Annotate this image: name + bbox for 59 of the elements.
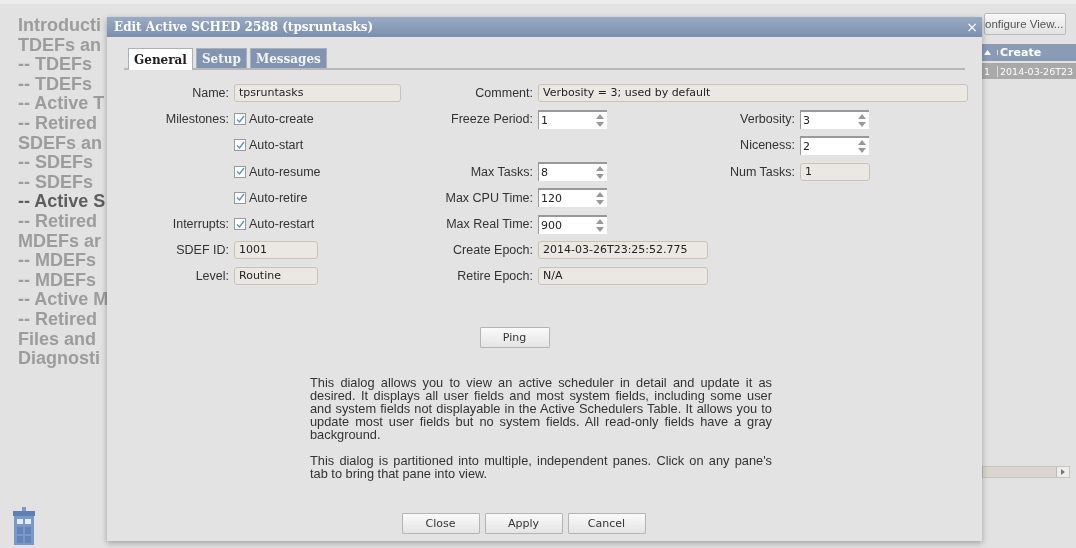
sort-arrow-icon[interactable] [984, 50, 991, 55]
help-paragraph: This dialog allows you to view an active scheduler in detail and update it as desired. It displays all user fields and most system fields, including some user and system fields not displayable in the Active Schedulers Table. It allows you to update most user fields but no system fields. All read-only fields have a gray background. [310, 375, 772, 441]
dialog-button[interactable]: Apply [484, 513, 563, 534]
field-label: Name: [191, 86, 230, 101]
field-label: Milestones: [164, 112, 230, 127]
tab[interactable]: General [128, 48, 193, 70]
spinner-field[interactable]: 3 [800, 109, 869, 129]
checkbox[interactable]: Auto-retire [234, 190, 403, 205]
ping-button[interactable]: Ping [479, 326, 550, 348]
check-icon [235, 219, 245, 229]
scroll-right-icon[interactable] [1061, 469, 1065, 475]
field-label: Comment: [474, 86, 534, 101]
check-icon [235, 167, 245, 177]
dialog-button[interactable]: Close [401, 513, 480, 534]
nav-item[interactable]: -- Active S [18, 192, 106, 212]
help-paragraph: This dialog is partitioned into multiple, independent panes. Click on any pane's tab to bring that pane into view. [310, 453, 772, 480]
dialog-title: Edit Active SCHED 2588 (tpsruntasks) [114, 20, 374, 34]
check-icon [235, 140, 245, 150]
readonly-field[interactable]: 1001 [234, 241, 318, 260]
spinner-arrows-icon[interactable] [858, 113, 866, 127]
checkbox[interactable]: Auto-create [234, 112, 403, 127]
checkbox[interactable]: Auto-resume [234, 164, 403, 179]
readonly-field[interactable]: tpsruntasks [234, 84, 401, 103]
spinner-arrows-icon[interactable] [596, 218, 604, 232]
readonly-field[interactable]: N/A [538, 267, 708, 286]
readonly-field[interactable]: 1 [800, 162, 870, 181]
configure-view-button[interactable]: onfigure View... [984, 13, 1067, 35]
check-icon [235, 114, 245, 124]
field-label: Verbosity: [739, 112, 796, 127]
field-label: Interrupts: [171, 217, 230, 232]
horizontal-scrollbar[interactable] [982, 466, 1070, 478]
spinner-arrows-icon[interactable] [596, 192, 604, 206]
checkbox[interactable]: Auto-start [234, 138, 403, 153]
field-label: Niceness: [739, 138, 796, 153]
spinner-arrows-icon[interactable] [858, 139, 866, 153]
dialog-button[interactable]: Cancel [567, 513, 646, 534]
spinner-field[interactable]: 1 [538, 109, 607, 129]
spinner-arrows-icon[interactable] [596, 113, 604, 127]
field-label: Level: [194, 269, 230, 284]
readonly-field[interactable]: Routine [234, 267, 318, 286]
spinner-field[interactable]: 2 [800, 135, 869, 155]
readonly-field[interactable]: 2014-03-26T23:25:52.775 [538, 241, 708, 260]
spinner-field[interactable]: 120 [538, 188, 607, 208]
check-icon [235, 193, 245, 203]
table-cell-text: 2014-03-26T23 [999, 65, 1075, 77]
spinner-arrows-icon[interactable] [596, 166, 604, 180]
field-label: Retire Epoch: [456, 269, 534, 284]
readonly-field[interactable]: Verbosity = 3; used by default [538, 84, 968, 103]
field-label: Max CPU Time: [444, 190, 534, 205]
field-label: Freeze Period: [450, 112, 534, 127]
spinner-field[interactable]: 900 [538, 214, 607, 234]
police-box-icon [11, 507, 37, 545]
field-label: Num Tasks: [728, 164, 796, 179]
field-label: Create Epoch: [452, 243, 534, 258]
field-label: SDEF ID: [175, 243, 230, 258]
checkbox[interactable]: Auto-restart [234, 217, 403, 232]
field-label: Max Tasks: [469, 164, 534, 179]
field-label: Max Real Time: [445, 217, 534, 232]
spinner-field[interactable]: 8 [538, 162, 607, 182]
